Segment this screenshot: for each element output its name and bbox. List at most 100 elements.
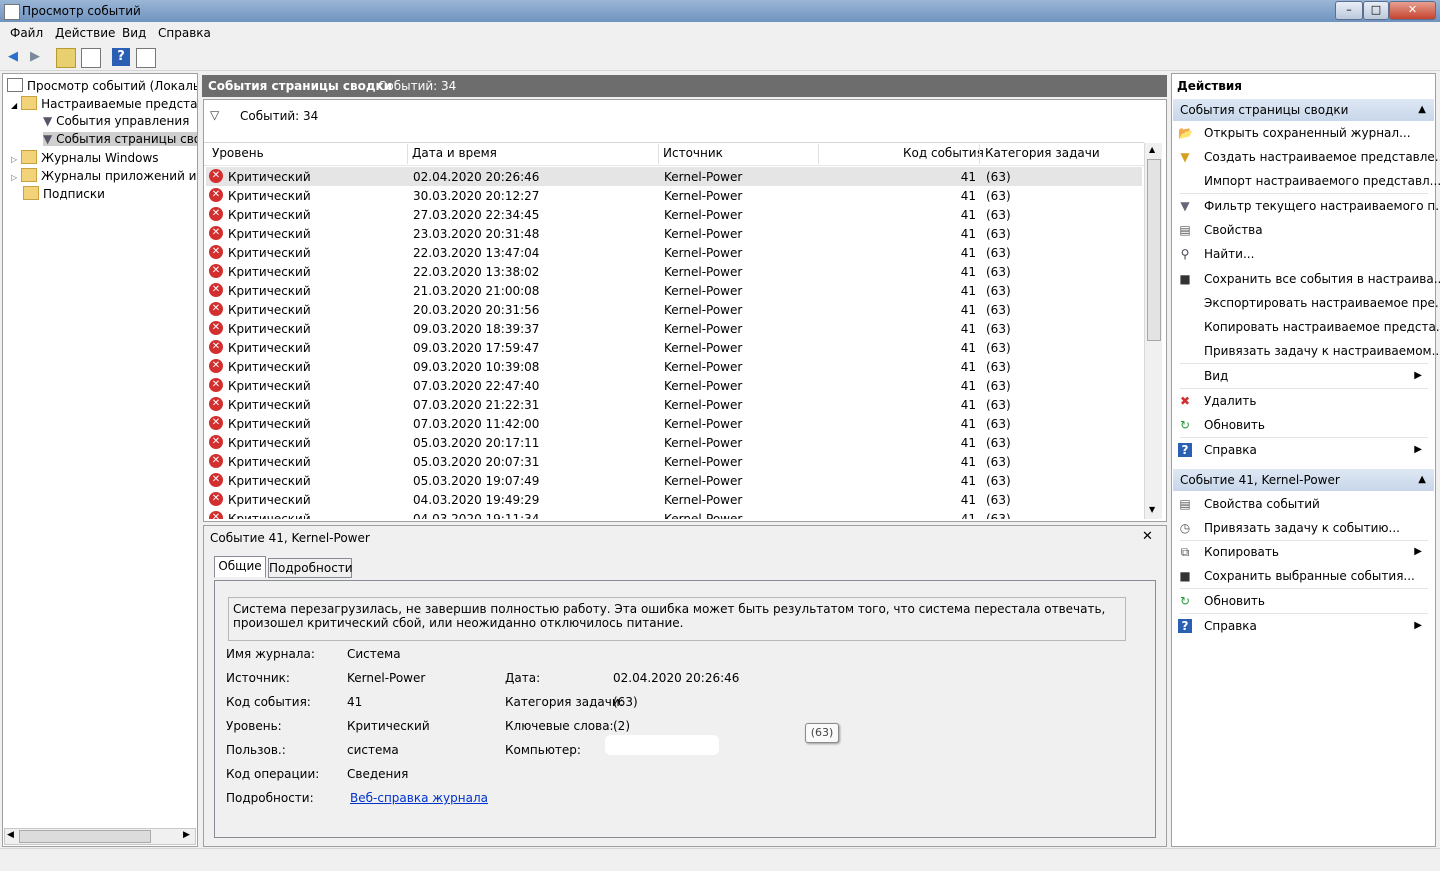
critical-error-icon: ✕ (209, 511, 223, 519)
close-button[interactable]: ✕ (1389, 1, 1436, 20)
summary-action-0[interactable]: 📂 Открыть сохраненный журнал... (1176, 122, 1428, 144)
scroll-down-icon[interactable]: ▼ (1149, 505, 1155, 514)
computer-label: Компьютер: (505, 743, 581, 757)
scroll-up-icon[interactable]: ▲ (1149, 145, 1155, 154)
tab-general[interactable]: Общие (214, 556, 266, 578)
cell-event-id: 41 (960, 455, 976, 469)
table-row[interactable]: ✕ Критический 05.03.2020 19:07:49 Kernel-Po… (206, 471, 1142, 490)
table-row[interactable]: ✕ Критический 23.03.2020 20:31:48 Kernel-Po… (206, 224, 1142, 243)
tree-app-logs[interactable]: ▷ Журналы приложений и сл (11, 168, 197, 183)
col-task-category[interactable]: Категория задачи (985, 146, 1100, 160)
table-row[interactable]: ✕ Критический 05.03.2020 20:07:31 Kernel-Po… (206, 452, 1142, 471)
menu-action[interactable]: Действие (55, 26, 115, 40)
table-row[interactable]: ✕ Критический 07.03.2020 11:42:00 Kernel-Po… (206, 414, 1142, 433)
filter-icon: ▼ (1180, 199, 1190, 213)
cell-source: Kernel-Power (664, 379, 743, 393)
event-action-3[interactable]: ■ Сохранить выбранные события... (1176, 565, 1428, 587)
summary-action-8[interactable]: Копировать настраиваемое предста... (1176, 316, 1440, 338)
help-icon[interactable]: ? (112, 48, 130, 66)
table-row[interactable]: ✕ Критический 22.03.2020 13:38:02 Kernel-Po… (206, 262, 1142, 281)
summary-action-13[interactable]: ? Справка ▶ (1176, 439, 1428, 461)
event-action-0[interactable]: ▤ Свойства событий (1176, 493, 1428, 515)
expand-arrow-icon[interactable]: ◢ (11, 101, 17, 110)
summary-action-5[interactable]: ⚲ Найти... (1176, 243, 1428, 265)
menu-help[interactable]: Справка (158, 26, 211, 40)
section-summary-events[interactable]: События страницы сводки ▲ (1173, 99, 1434, 121)
general-tab-body: Система перезагрузилась, не завершив пол… (214, 580, 1156, 838)
tree-custom-views[interactable]: ◢Настраиваемые представле (11, 96, 197, 111)
summary-action-2[interactable]: Импорт настраиваемого представл... (1176, 170, 1440, 192)
log-name-label: Имя журнала: (226, 647, 315, 661)
table-row[interactable]: ✕ Критический 30.03.2020 20:12:27 Kernel-Po… (206, 186, 1142, 205)
table-row[interactable]: ✕ Критический 05.03.2020 20:17:11 Kernel-Po… (206, 433, 1142, 452)
action-pane-icon[interactable] (136, 48, 156, 68)
collapse-arrow-icon[interactable]: ▷ (11, 155, 17, 164)
col-event-id[interactable]: Код события (903, 146, 984, 160)
online-help-link[interactable]: Веб-справка журнала (350, 791, 488, 805)
create-view-icon: ▼ (1180, 150, 1190, 164)
cell-source: Kernel-Power (664, 284, 743, 298)
event-action-2[interactable]: ⧉ Копировать ▶ (1176, 541, 1428, 563)
summary-action-6[interactable]: ■ Сохранить все события в настраива... (1176, 268, 1440, 290)
scroll-thumb[interactable] (1147, 159, 1161, 341)
event-id-label: Код события: (226, 695, 311, 709)
section-event-41[interactable]: Событие 41, Kernel-Power ▲ (1173, 469, 1434, 491)
table-row[interactable]: ✕ Критический 09.03.2020 18:39:37 Kernel-Po… (206, 319, 1142, 338)
back-icon[interactable]: ◀ (4, 48, 22, 66)
cell-task-category: (63) (986, 189, 1011, 203)
menu-view[interactable]: Вид (122, 26, 146, 40)
event-description: Система перезагрузилась, не завершив пол… (228, 597, 1126, 641)
tree-root[interactable]: Просмотр событий (Локальнь (7, 78, 197, 93)
collapse-arrow-icon[interactable]: ▷ (11, 173, 17, 182)
tab-details[interactable]: Подробности (268, 558, 353, 578)
event-action-4[interactable]: ↻ Обновить (1176, 590, 1428, 612)
collapse-icon[interactable]: ▲ (1418, 99, 1426, 121)
tree-horizontal-scrollbar[interactable]: ◀ ▶ (4, 828, 196, 845)
folder-up-icon[interactable] (56, 48, 76, 68)
scroll-thumb[interactable] (19, 830, 151, 843)
log-name-value: Система (347, 647, 401, 661)
cell-level: Критический (228, 265, 311, 279)
table-row[interactable]: ✕ Критический 22.03.2020 13:47:04 Kernel-Po… (206, 243, 1142, 262)
maximize-button[interactable]: □ (1363, 1, 1389, 20)
table-row[interactable]: ✕ Критический 02.04.2020 20:26:46 Kernel-Po… (206, 167, 1142, 186)
summary-action-1[interactable]: ▼ Создать настраиваемое представле... (1176, 146, 1440, 168)
event-action-1[interactable]: ◷ Привязать задачу к событию... (1176, 517, 1428, 539)
summary-action-12[interactable]: ↻ Обновить (1176, 414, 1428, 436)
table-row[interactable]: ✕ Критический 27.03.2020 22:34:45 Kernel-Po… (206, 205, 1142, 224)
tree-summary-events[interactable]: ▼ События страницы свод (43, 132, 197, 146)
scroll-left-icon[interactable]: ◀ (7, 830, 14, 840)
table-row[interactable]: ✕ Критический 09.03.2020 10:39:08 Kernel-Po… (206, 357, 1142, 376)
table-row[interactable]: ✕ Критический 07.03.2020 22:47:40 Kernel-Po… (206, 376, 1142, 395)
tree-windows-logs[interactable]: ▷ Журналы Windows (11, 150, 159, 165)
collapse-icon[interactable]: ▲ (1418, 469, 1426, 491)
table-row[interactable]: ✕ Критический 04.03.2020 19:11:34 Kernel-Po… (206, 509, 1142, 519)
event-action-5[interactable]: ? Справка ▶ (1176, 615, 1428, 637)
forward-icon[interactable]: ▶ (26, 48, 44, 66)
table-row[interactable]: ✕ Критический 09.03.2020 17:59:47 Kernel-Po… (206, 338, 1142, 357)
table-row[interactable]: ✕ Критический 20.03.2020 20:31:56 Kernel-Po… (206, 300, 1142, 319)
cell-event-id: 41 (960, 303, 976, 317)
minimize-button[interactable]: – (1335, 1, 1363, 20)
close-detail-icon[interactable]: ✕ (1142, 529, 1153, 544)
col-source[interactable]: Источник (663, 146, 723, 160)
summary-action-9[interactable]: Привязать задачу к настраиваемом... (1176, 340, 1440, 362)
folder-icon (21, 96, 38, 110)
scroll-right-icon[interactable]: ▶ (183, 830, 190, 840)
table-row[interactable]: ✕ Критический 21.03.2020 21:00:08 Kernel-Po… (206, 281, 1142, 300)
tree-subscriptions[interactable]: Подписки (23, 186, 105, 201)
tree-admin-events[interactable]: ▼ События управления (43, 114, 189, 128)
summary-action-3[interactable]: ▼ Фильтр текущего настраиваемого п... (1176, 195, 1440, 217)
col-level[interactable]: Уровень (212, 146, 264, 160)
menu-file[interactable]: Файл (10, 26, 43, 40)
list-vertical-scrollbar[interactable]: ▲ ▼ (1144, 143, 1162, 519)
summary-action-10[interactable]: Вид ▶ (1176, 365, 1428, 387)
summary-action-4[interactable]: ▤ Свойства (1176, 219, 1428, 241)
summary-action-11[interactable]: ✖ Удалить (1176, 390, 1428, 412)
col-datetime[interactable]: Дата и время (412, 146, 497, 160)
table-row[interactable]: ✕ Критический 07.03.2020 21:22:31 Kernel-Po… (206, 395, 1142, 414)
table-row[interactable]: ✕ Критический 04.03.2020 19:49:29 Kernel-Po… (206, 490, 1142, 509)
console-tree-icon[interactable] (81, 48, 101, 68)
event-list-frame: ▽ Событий: 34 Уровень Дата и время Источ… (203, 99, 1167, 522)
summary-action-7[interactable]: Экспортировать настраиваемое пре... (1176, 292, 1440, 314)
